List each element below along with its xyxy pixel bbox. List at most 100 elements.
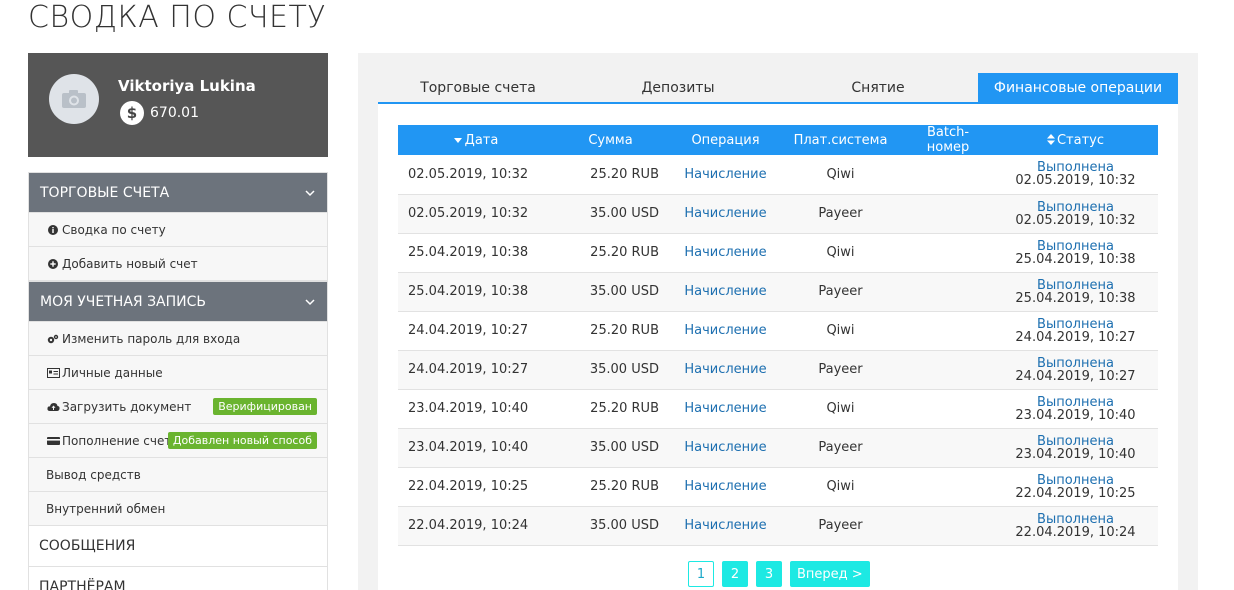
sidebar-item-label: Загрузить документ [62, 399, 192, 414]
cell-operation[interactable]: Начисление [673, 233, 778, 273]
tab-trading-accounts[interactable]: Торговые счета [378, 73, 578, 102]
column-header-payment-system[interactable]: Плат.система [778, 125, 903, 155]
cell-sum: 25.20 RUB [548, 389, 673, 429]
status-label[interactable]: Выполнена [993, 474, 1158, 487]
status-date: 24.04.2019, 10:27 [1015, 329, 1136, 345]
cell-batch [903, 155, 993, 195]
page-3-button[interactable]: 3 [756, 561, 782, 587]
cell-sum: 35.00 USD [548, 272, 673, 312]
status-date: 22.04.2019, 10:25 [1015, 485, 1136, 501]
cell-operation[interactable]: Начисление [673, 272, 778, 312]
sidebar-item-withdrawal[interactable]: Вывод средств [28, 458, 328, 492]
table-row: 22.04.2019, 10:24 35.00 USD Начисление Paye… [398, 506, 1158, 546]
operations-table: Дата Сумма Операция Плат.система Batch-н… [398, 125, 1158, 546]
sidebar: ТОРГОВЫЕ СЧЕТА Сводка по счету Добавить … [28, 172, 328, 590]
cell-batch [903, 194, 993, 234]
sidebar-item-label: Внутренний обмен [46, 501, 166, 516]
cell-status: Выполнена 23.04.2019, 10:40 [993, 389, 1158, 429]
page-1-button[interactable]: 1 [688, 561, 714, 587]
column-header-batch[interactable]: Batch-номер [903, 125, 993, 155]
next-page-button[interactable]: Вперед > [790, 561, 870, 587]
table-row: 25.04.2019, 10:38 25.20 RUB Начисление Qiwi… [398, 233, 1158, 273]
table-row: 02.05.2019, 10:32 25.20 RUB Начисление Qiwi… [398, 155, 1158, 195]
cell-sum: 25.20 RUB [548, 233, 673, 273]
cell-operation[interactable]: Начисление [673, 428, 778, 468]
sidebar-item-personal-data[interactable]: Личные данные [28, 356, 328, 390]
status-label[interactable]: Выполнена [993, 279, 1158, 292]
sidebar-item-upload-document[interactable]: Загрузить документ Верифицирован [28, 390, 328, 424]
cell-operation[interactable]: Начисление [673, 350, 778, 390]
status-label[interactable]: Выполнена [993, 396, 1158, 409]
cell-operation[interactable]: Начисление [673, 467, 778, 507]
cell-operation[interactable]: Начисление [673, 311, 778, 351]
cell-status: Выполнена 25.04.2019, 10:38 [993, 233, 1158, 273]
status-label[interactable]: Выполнена [993, 240, 1158, 253]
sidebar-item-label: Добавить новый счет [62, 256, 198, 271]
cell-operation[interactable]: Начисление [673, 155, 778, 195]
sidebar-section-trading[interactable]: ТОРГОВЫЕ СЧЕТА [28, 172, 328, 213]
sidebar-section-label: ТОРГОВЫЕ СЧЕТА [40, 184, 170, 201]
page-title: СВОДКА ПО СЧЕТУ [28, 0, 327, 35]
table-row: 25.04.2019, 10:38 35.00 USD Начисление Paye… [398, 272, 1158, 312]
cell-batch [903, 506, 993, 546]
cell-date: 23.04.2019, 10:40 [398, 389, 548, 429]
cell-batch [903, 233, 993, 273]
sidebar-item-messages[interactable]: СООБЩЕНИЯ [28, 526, 328, 567]
plus-circle-icon [46, 258, 60, 269]
cell-operation[interactable]: Начисление [673, 194, 778, 234]
table-row: 24.04.2019, 10:27 25.20 RUB Начисление Qiwi… [398, 311, 1158, 351]
cell-status: Выполнена 02.05.2019, 10:32 [993, 194, 1158, 234]
chevron-down-icon [305, 298, 315, 305]
id-card-icon [46, 367, 60, 378]
status-label[interactable]: Выполнена [993, 201, 1158, 214]
cell-date: 25.04.2019, 10:38 [398, 233, 548, 273]
sidebar-item-deposit[interactable]: Пополнение счета Добавлен новый способ [28, 424, 328, 458]
cell-status: Выполнена 24.04.2019, 10:27 [993, 311, 1158, 351]
cell-payment-system: Qiwi [778, 467, 903, 507]
sidebar-item-label: Вывод средств [46, 467, 141, 482]
column-header-status[interactable]: Статус [993, 125, 1158, 155]
avatar[interactable] [49, 74, 99, 124]
sidebar-item-partners[interactable]: ПАРТНЁРАМ [28, 567, 328, 590]
column-header-operation[interactable]: Операция [673, 125, 778, 155]
status-label[interactable]: Выполнена [993, 357, 1158, 370]
column-header-sum[interactable]: Сумма [548, 125, 673, 155]
sidebar-item-label: СООБЩЕНИЯ [39, 538, 136, 554]
sidebar-item-label: ПАРТНЁРАМ [39, 579, 126, 590]
table-row: 02.05.2019, 10:32 35.00 USD Начисление Paye… [398, 194, 1158, 234]
sidebar-item-summary[interactable]: Сводка по счету [28, 213, 328, 247]
table-row: 23.04.2019, 10:40 35.00 USD Начисление Paye… [398, 428, 1158, 468]
page-2-button[interactable]: 2 [722, 561, 748, 587]
status-label[interactable]: Выполнена [993, 435, 1158, 448]
tab-withdrawals[interactable]: Снятие [778, 73, 978, 102]
status-label[interactable]: Выполнена [993, 318, 1158, 331]
cell-date: 22.04.2019, 10:24 [398, 506, 548, 546]
pagination: 1 2 3 Вперед > [688, 561, 870, 587]
cell-sum: 35.00 USD [548, 350, 673, 390]
cell-batch [903, 272, 993, 312]
column-header-date[interactable]: Дата [398, 125, 548, 155]
cell-payment-system: Payeer [778, 272, 903, 312]
sidebar-item-internal-exchange[interactable]: Внутренний обмен [28, 492, 328, 526]
cell-date: 02.05.2019, 10:32 [398, 194, 548, 234]
tab-financial-operations[interactable]: Финансовые операции [978, 73, 1178, 102]
status-label[interactable]: Выполнена [993, 513, 1158, 526]
cell-sum: 25.20 RUB [548, 155, 673, 195]
status-date: 24.04.2019, 10:27 [1015, 368, 1136, 384]
sidebar-section-account[interactable]: МОЯ УЧЕТНАЯ ЗАПИСЬ [28, 281, 328, 322]
cell-operation[interactable]: Начисление [673, 389, 778, 429]
cell-status: Выполнена 24.04.2019, 10:27 [993, 350, 1158, 390]
cell-status: Выполнена 22.04.2019, 10:24 [993, 506, 1158, 546]
table-row: 24.04.2019, 10:27 35.00 USD Начисление Paye… [398, 350, 1158, 390]
cell-payment-system: Qiwi [778, 389, 903, 429]
status-date: 25.04.2019, 10:38 [1015, 290, 1136, 306]
sidebar-item-change-password[interactable]: Изменить пароль для входа [28, 322, 328, 356]
sidebar-item-label: Сводка по счету [62, 222, 166, 237]
camera-icon [62, 90, 86, 108]
cell-operation[interactable]: Начисление [673, 506, 778, 546]
tab-deposits[interactable]: Депозиты [578, 73, 778, 102]
sidebar-item-label: Пополнение счета [62, 433, 179, 448]
cell-payment-system: Payeer [778, 428, 903, 468]
status-date: 23.04.2019, 10:40 [1015, 407, 1136, 423]
sidebar-item-add-account[interactable]: Добавить новый счет [28, 247, 328, 281]
